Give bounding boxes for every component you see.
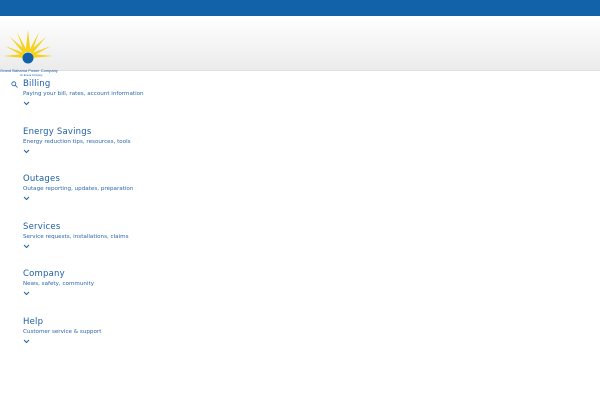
- chevron-down-icon[interactable]: [23, 149, 30, 154]
- menu-item-description: Customer service & support: [23, 328, 102, 335]
- chevron-down-icon[interactable]: [23, 291, 30, 296]
- menu-item-description: Service requests, installations, claims: [23, 233, 129, 240]
- menu-item-help[interactable]: Help Customer service & support: [23, 317, 144, 365]
- menu-item-title: Energy Savings: [23, 126, 92, 137]
- menu-item-description: News, safety, community: [23, 281, 95, 287]
- menu-item-description: Outage reporting, updates, preparation: [23, 186, 134, 192]
- main-menu: Billing Paying your bill, rates, account…: [23, 79, 144, 364]
- menu-item-description: Paying your bill, rates, account informa…: [23, 91, 144, 97]
- menu-item-title: Company: [23, 269, 65, 279]
- menu-item-title: Billing: [23, 79, 51, 89]
- menu-item-outages[interactable]: Outages Outage reporting, updates, prepa…: [23, 174, 144, 222]
- logo-company-name: Grand Bahama Power Company: [0, 68, 58, 73]
- chevron-down-icon[interactable]: [23, 196, 30, 201]
- menu-item-billing[interactable]: Billing Paying your bill, rates, account…: [23, 79, 144, 127]
- top-bar: [0, 0, 600, 16]
- sun-logo-icon: [3, 30, 53, 64]
- menu-item-description: Energy reduction tips, resources, tools: [23, 138, 131, 145]
- chevron-down-icon[interactable]: [23, 339, 30, 344]
- menu-item-energy-savings[interactable]: Energy Savings Energy reduction tips, re…: [23, 127, 144, 175]
- logo-tagline: An Emera Company: [20, 74, 43, 77]
- chevron-down-icon[interactable]: [23, 101, 30, 106]
- chevron-down-icon[interactable]: [23, 244, 30, 249]
- menu-item-title: Help: [23, 316, 44, 327]
- menu-item-services[interactable]: Services Service requests, installations…: [23, 222, 144, 270]
- menu-item-title: Services: [23, 221, 61, 232]
- menu-item-company[interactable]: Company News, safety, community: [23, 269, 144, 317]
- company-logo[interactable]: Grand Bahama Power Company An Emera Comp…: [0, 30, 62, 77]
- menu-item-title: Outages: [23, 174, 61, 184]
- site-header: [0, 16, 600, 71]
- search-icon[interactable]: [11, 73, 18, 88]
